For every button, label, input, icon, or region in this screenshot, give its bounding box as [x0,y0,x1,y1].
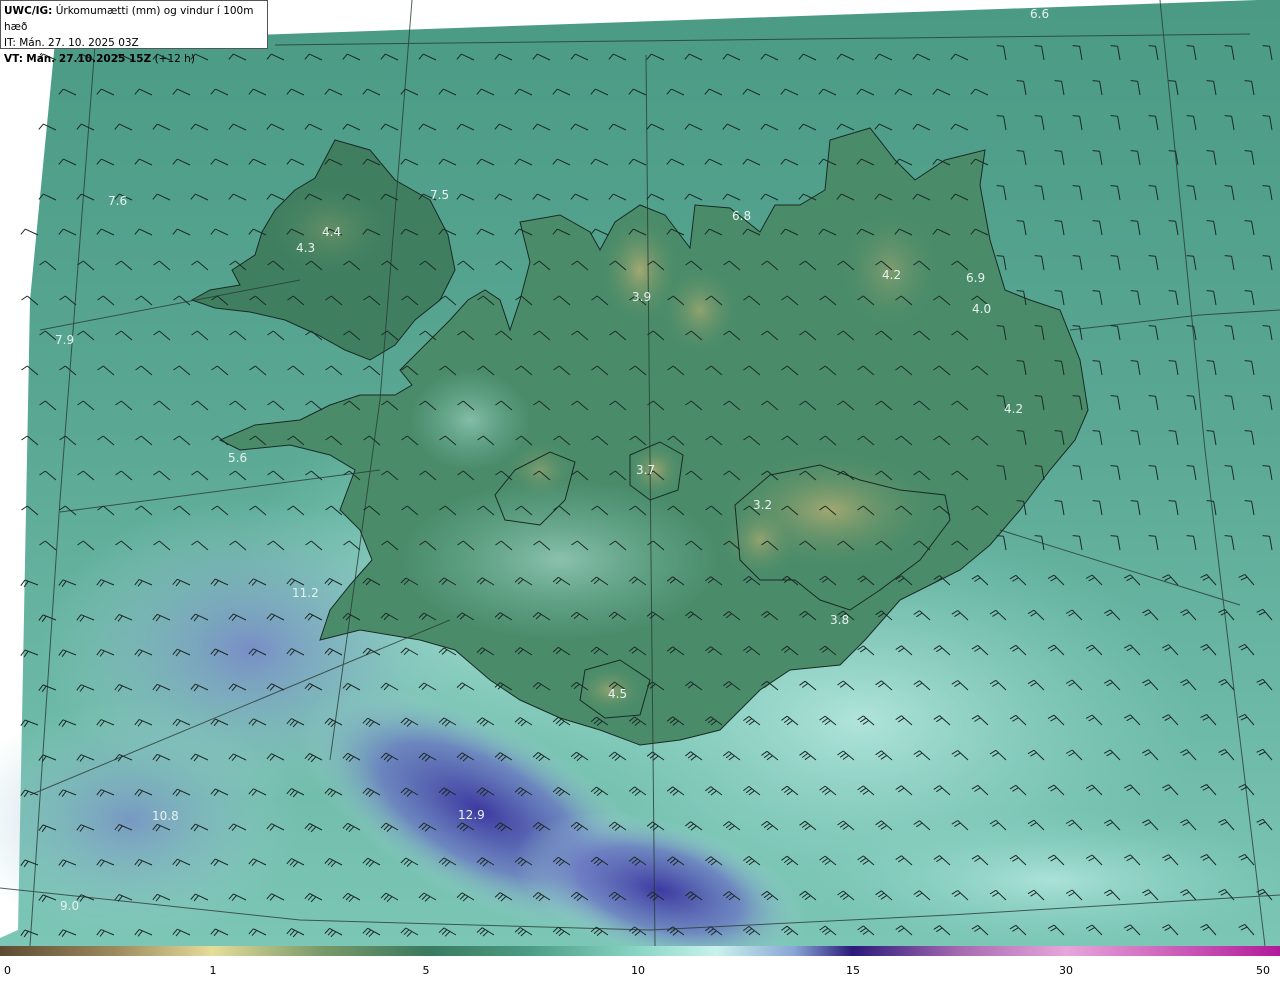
title-line: UWC/IG: Úrkomumætti (mm) og vindur í 100… [4,3,264,35]
precip-max-label: 7.9 [55,333,74,347]
title-box: UWC/IG: Úrkomumætti (mm) og vindur í 100… [0,0,268,65]
colorbar-tick-label: 0 [4,964,11,977]
precip-max-label: 10.8 [152,809,179,823]
precip-max-label: 3.2 [753,498,772,512]
precip-max-label: 6.9 [966,271,985,285]
precip-max-label: 6.6 [1030,7,1049,21]
precip-max-label: 3.8 [830,613,849,627]
precip-max-label: 4.2 [882,268,901,282]
precip-max-label: 9.0 [60,899,79,913]
precip-max-label: 4.5 [608,687,627,701]
colorbar-tick-label: 10 [631,964,645,977]
valid-time-line: VT: Mán. 27.10.2025 15Z (+12 h) [4,51,264,67]
precip-max-label: 4.2 [1004,402,1023,416]
map-canvas: 6.6 7.6 7.5 4.3 4.4 6.8 3.9 4.2 6.9 4.0 7.9 4.2 5.6 3… [0,0,1280,946]
colorbar-gradient [0,946,1280,956]
lead-time: (+12 h) [154,53,195,65]
precip-max-label: 6.8 [732,209,751,223]
map-view: 6.6 7.6 7.5 4.3 4.4 6.8 3.9 4.2 6.9 4.0 7.9 4.2 5.6 3… [0,0,1280,978]
valid-time: Mán. 27.10.2025 15Z [26,53,152,65]
precip-max-label: 5.6 [228,451,247,465]
precip-max-label: 4.4 [322,225,341,239]
colorbar-tick-label: 30 [1059,964,1073,977]
precip-max-label: 4.0 [972,302,991,316]
colorbar: 0 1 5 10 15 30 50 [0,946,1280,978]
precip-max-label: 7.5 [430,188,449,202]
precip-max-label: 3.7 [636,463,655,477]
precip-max-label: 4.3 [296,241,315,255]
wind-barb [20,228,39,236]
colorbar-tick-label: 15 [846,964,860,977]
valid-prefix: VT: [4,53,23,65]
colorbar-svg: 0 1 5 10 15 30 50 [0,946,1280,978]
precip-max-label: 7.6 [108,194,127,208]
precip-max-label: 12.9 [458,808,485,822]
model-name: UWC/IG: [4,5,53,17]
colorbar-tick-label: 1 [210,964,217,977]
init-time: IT: Mán. 27. 10. 2025 03Z [4,37,139,49]
colorbar-tick-label: 50 [1256,964,1270,977]
precip-max-label: 3.9 [632,290,651,304]
precip-max-label: 11.2 [292,586,319,600]
colorbar-tick-label: 5 [423,964,430,977]
